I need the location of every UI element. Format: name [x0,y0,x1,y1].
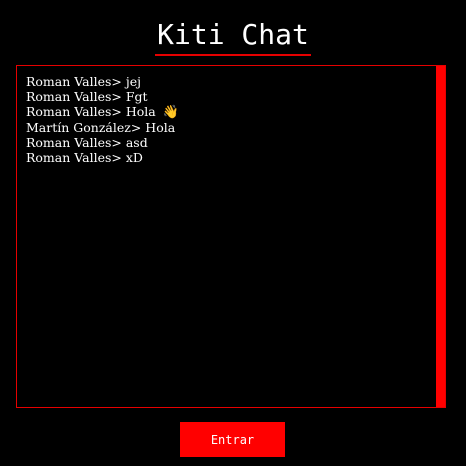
chat-message: Roman Valles> jej [26,74,426,89]
page-title-container: Kiti Chat [0,14,466,56]
chat-message: Roman Valles> Fgt [26,89,426,104]
chat-message-text: Roman Valles> Fgt [26,89,148,104]
chat-message: Martín González> Hola [26,120,426,135]
chat-message-text: Roman Valles> xD [26,150,143,165]
chat-messages: Roman Valles> jej Roman Valles> Fgt Roma… [17,66,435,407]
waving-hand-icon: 👋 [162,105,179,120]
chat-message-text: Roman Valles> jej [26,74,142,89]
chat-message-text: Roman Valles> Hola [26,104,156,119]
page-title: Kiti Chat [155,17,311,56]
chat-box: Roman Valles> jej Roman Valles> Fgt Roma… [16,65,446,408]
chat-message-text: Roman Valles> asd [26,135,148,150]
chat-message: Roman Valles> asd [26,135,426,150]
chat-message-text: Martín González> Hola [26,120,176,135]
enter-button[interactable]: Entrar [180,422,285,457]
chat-message: Roman Valles> Hola 👋 [26,104,426,120]
chat-message: Roman Valles> xD [26,150,426,165]
chat-scrollbar[interactable] [436,66,445,407]
